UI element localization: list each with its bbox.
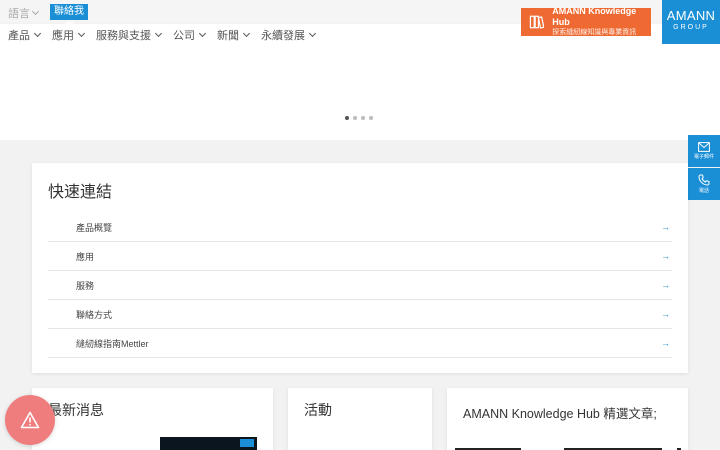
- nav-item-news[interactable]: 新聞: [217, 27, 251, 43]
- carousel-dot-2[interactable]: [353, 116, 357, 120]
- phone-contact-label: 電話: [698, 188, 709, 194]
- language-selector[interactable]: 語言: [8, 5, 40, 21]
- nav-item-sustainability[interactable]: 永續發展: [261, 27, 317, 43]
- nav-item-company[interactable]: 公司: [173, 27, 207, 43]
- nav-item-label: 應用: [52, 30, 74, 42]
- knowledge-hub-subtitle: 探索縫紉線知識與專業資訊: [552, 29, 637, 36]
- logo-main-text: AMANN: [666, 8, 716, 23]
- events-card[interactable]: 活動: [288, 388, 432, 450]
- events-card-title: 活動: [304, 402, 332, 418]
- list-item[interactable]: 聯絡方式 →: [48, 300, 672, 329]
- arrow-right-icon: →: [661, 338, 670, 348]
- list-item-label: 縫紉線指南Mettler: [76, 338, 149, 349]
- top-action-button[interactable]: 聯絡我們: [50, 4, 88, 33]
- list-item-label: 產品概覽: [76, 222, 113, 233]
- chevron-down-icon: [33, 29, 42, 38]
- carousel-dots: [345, 116, 373, 120]
- knowledge-hub-text: AMANN Knowledge Hub 探索縫紉線知識與專業資訊: [552, 6, 651, 38]
- quick-links-list: 產品概覽 → 應用 → 服務 → 聯絡方式 → 縫紉線指南Mettler →: [48, 213, 672, 358]
- chevron-down-icon: [198, 29, 207, 38]
- quick-links-card: 快速連結 產品概覽 → 應用 → 服務 → 聯絡方式 → 縫紉線指南Mettle…: [32, 163, 688, 373]
- chevron-down-icon: [154, 29, 163, 38]
- carousel-dot-1[interactable]: [345, 116, 349, 120]
- chevron-down-icon: [242, 29, 251, 38]
- chevron-down-icon: [308, 29, 317, 38]
- nav-item-label: 產品: [8, 30, 30, 42]
- nav-item-applications[interactable]: 應用: [52, 27, 86, 43]
- knowledge-hub-card[interactable]: AMANN Knowledge Hub 精選文章;: [447, 388, 688, 450]
- quick-links-title: 快速連結: [48, 184, 113, 201]
- thumbnail-logo-mark: [240, 439, 254, 447]
- books-icon: [529, 15, 545, 29]
- knowledge-hub-title: AMANN Knowledge Hub: [552, 6, 637, 27]
- list-item[interactable]: 縫紉線指南Mettler →: [48, 329, 672, 358]
- phone-contact-button[interactable]: 電話: [688, 168, 720, 200]
- nav-item-label: 公司: [173, 30, 195, 42]
- news-card[interactable]: 最新消息: [32, 388, 273, 450]
- arrow-right-icon: →: [661, 309, 670, 319]
- arrow-right-icon: →: [661, 251, 670, 261]
- arrow-right-icon: →: [661, 222, 670, 232]
- list-item-label: 應用: [76, 251, 95, 262]
- alert-button[interactable]: [5, 395, 55, 445]
- chevron-down-icon: [77, 29, 86, 38]
- mail-icon: [698, 142, 710, 152]
- nav-item-label: 永續發展: [261, 30, 305, 42]
- hero-carousel: [0, 44, 720, 140]
- carousel-dot-3[interactable]: [361, 116, 365, 120]
- language-label: 語言: [8, 8, 30, 20]
- email-contact-button[interactable]: 電子郵件: [688, 135, 720, 167]
- knowledge-hub-card-title: AMANN Knowledge Hub 精選文章;: [463, 407, 657, 421]
- warning-icon: [20, 411, 40, 429]
- news-card-title: 最新消息: [48, 402, 104, 418]
- nav-item-services[interactable]: 服務與支援: [96, 27, 163, 43]
- logo-sub-text: GROUP: [673, 24, 709, 31]
- arrow-right-icon: →: [661, 280, 670, 290]
- nav-item-label: 新聞: [217, 30, 239, 42]
- list-item[interactable]: 應用 →: [48, 242, 672, 271]
- list-item[interactable]: 服務 →: [48, 271, 672, 300]
- carousel-dot-4[interactable]: [369, 116, 373, 120]
- phone-icon: [698, 174, 710, 186]
- chevron-down-icon: [31, 7, 40, 16]
- nav-item-label: 服務與支援: [96, 30, 151, 42]
- nav-item-products[interactable]: 產品: [8, 27, 42, 43]
- amann-group-logo[interactable]: AMANN GROUP: [662, 0, 720, 44]
- news-thumbnail[interactable]: [160, 437, 257, 450]
- knowledge-hub-button[interactable]: AMANN Knowledge Hub 探索縫紉線知識與專業資訊: [521, 6, 651, 38]
- email-contact-label: 電子郵件: [693, 154, 714, 160]
- list-item-label: 服務: [76, 280, 95, 291]
- list-item[interactable]: 產品概覽 →: [48, 213, 672, 242]
- list-item-label: 聯絡方式: [76, 309, 113, 320]
